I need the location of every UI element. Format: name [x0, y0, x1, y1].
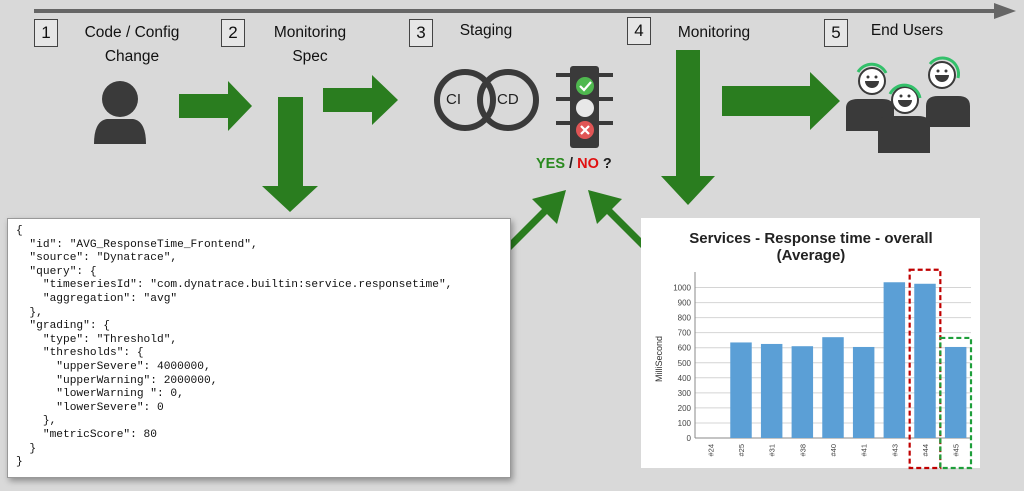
- x-tick-label: #44: [921, 444, 930, 457]
- bar-41: [852, 346, 875, 438]
- y-tick-label: 100: [678, 419, 692, 428]
- x-tick-label: #43: [890, 444, 899, 457]
- bar-25: [730, 342, 752, 438]
- spec-line: "grading": {: [16, 320, 110, 333]
- verdict-separator: /: [569, 156, 574, 172]
- spec-line: "upperWarning": 2000000,: [16, 374, 218, 387]
- end-users-icon: [846, 56, 970, 153]
- y-tick-label: 200: [678, 404, 692, 413]
- bar-38: [791, 346, 814, 438]
- y-tick-label: 1000: [673, 284, 691, 293]
- bar-44: [914, 283, 936, 438]
- spec-line: "query": {: [16, 265, 97, 278]
- x-tick-label: #38: [798, 444, 807, 457]
- x-tick-label: #45: [952, 444, 961, 457]
- y-tick-label: 600: [678, 344, 692, 353]
- spec-line: "timeseriesId": "com.dynatrace.builtin:s…: [16, 279, 453, 292]
- y-tick-label: 400: [678, 374, 692, 383]
- chart-subtitle: (Average): [777, 247, 846, 264]
- spec-line: {: [16, 225, 23, 237]
- spec-line: },: [16, 415, 57, 428]
- spec-line: "source": "Dynatrace",: [16, 252, 178, 265]
- arrow-monitoring-down: [661, 50, 715, 205]
- spec-line: },: [16, 306, 43, 319]
- x-tick-label: #24: [706, 444, 715, 457]
- chart-title: Services - Response time - overall: [689, 230, 932, 247]
- y-tick-label: 500: [678, 359, 692, 368]
- y-tick-label: 300: [678, 389, 692, 398]
- y-tick-label: 0: [687, 434, 692, 443]
- x-tick-label: #31: [768, 444, 777, 457]
- bar-45: [944, 346, 967, 438]
- quality-gate-verdict: YES / NO ?: [536, 156, 612, 172]
- verdict-question: ?: [602, 156, 612, 172]
- monitoring-spec-code: { "id": "AVG_ResponseTime_Frontend", "so…: [7, 218, 511, 478]
- spec-line: "aggregation": "avg": [16, 292, 178, 305]
- bar-40: [822, 337, 844, 438]
- bar-31: [760, 343, 783, 438]
- arrow-spec-to-staging: [323, 75, 398, 125]
- spec-line: "lowerWarning ": 0,: [16, 388, 184, 401]
- spec-line: }: [16, 442, 37, 455]
- arrow-spec-down: [262, 97, 318, 212]
- spec-line: "metricScore": 80: [16, 428, 157, 441]
- cd-label: CD: [497, 91, 519, 108]
- arrow-dev-to-spec: [179, 81, 252, 131]
- x-tick-label: #25: [737, 444, 746, 457]
- y-axis-label: MilliSecond: [654, 336, 664, 382]
- traffic-light-icon: [556, 66, 613, 148]
- spec-line: }: [16, 456, 23, 469]
- y-tick-label: 800: [678, 314, 692, 323]
- x-tick-label: #41: [860, 444, 869, 457]
- spec-line: "lowerSevere": 0: [16, 401, 164, 414]
- developer-icon: [94, 81, 146, 144]
- ci-label: CI: [446, 91, 461, 108]
- y-tick-label: 700: [678, 329, 692, 338]
- y-tick-label: 900: [678, 299, 692, 308]
- spec-line: "thresholds": {: [16, 347, 144, 360]
- response-time-chart: Services - Response time - overall (Avera…: [641, 218, 980, 470]
- verdict-yes: YES: [536, 156, 566, 172]
- verdict-no: NO: [577, 156, 599, 172]
- spec-line: "upperSevere": 4000000,: [16, 360, 211, 373]
- x-tick-label: #40: [829, 444, 838, 457]
- arrow-monitoring-to-users: [722, 72, 840, 130]
- bar-43: [883, 282, 906, 438]
- spec-line: "id": "AVG_ResponseTime_Frontend",: [16, 238, 258, 251]
- spec-line: "type": "Threshold",: [16, 333, 178, 346]
